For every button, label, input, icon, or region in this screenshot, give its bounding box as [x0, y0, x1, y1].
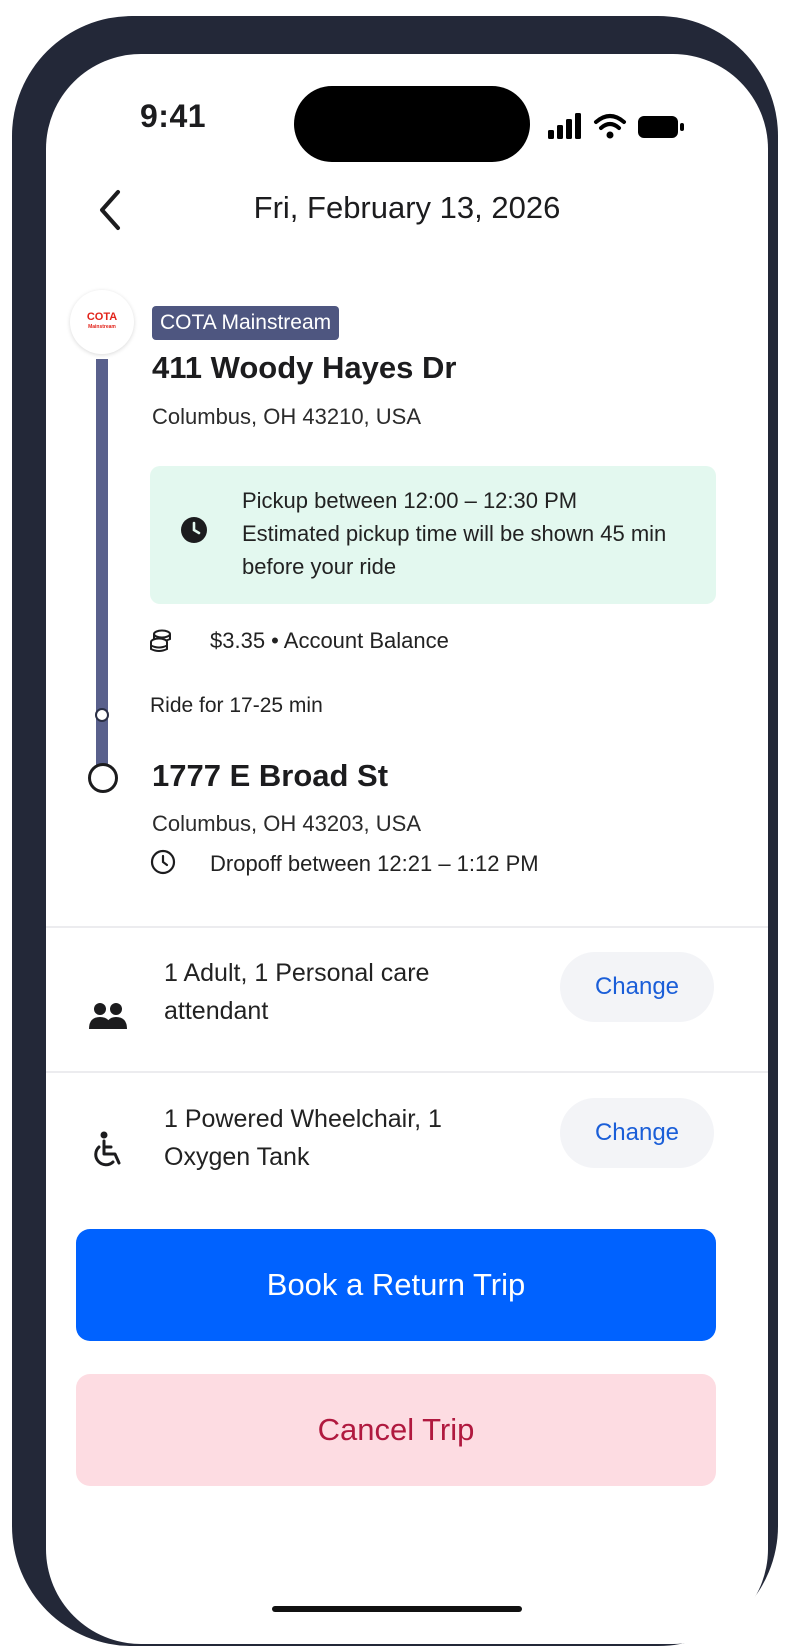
phone-frame: 9:41 Fri, February 13, 2026 COTA Mainstr… — [12, 16, 778, 1646]
route-end-marker — [88, 763, 118, 793]
status-icons — [544, 106, 694, 146]
logo-subtext: Mainstream — [88, 324, 116, 330]
battery-icon — [638, 116, 684, 138]
pickup-window-text: Pickup between 12:00 – 12:30 PM Estimate… — [242, 484, 702, 583]
equipment-text: 1 Powered Wheelchair, 1 Oxygen Tank — [164, 1105, 442, 1171]
people-icon — [89, 1003, 127, 1029]
ride-duration: Ride for 17-25 min — [150, 694, 323, 717]
clock-filled-icon — [181, 517, 207, 543]
dropoff-city: Columbus, OH 43203, USA — [152, 811, 422, 836]
provider-tag: COTA Mainstream — [152, 306, 340, 340]
dropoff-window: Dropoff between 12:21 – 1:12 PM — [210, 851, 539, 876]
provider-logo: COTA Mainstream — [70, 290, 134, 354]
coins-icon — [150, 629, 171, 652]
cancel-trip-button[interactable]: Cancel Trip — [76, 1374, 716, 1486]
screen: 9:41 Fri, February 13, 2026 COTA Mainstr… — [46, 54, 768, 1644]
divider — [46, 1071, 768, 1073]
book-return-trip-button[interactable]: Book a Return Trip — [76, 1229, 716, 1341]
pickup-window-card: Pickup between 12:00 – 12:30 PM Estimate… — [150, 466, 716, 604]
status-time: 9:41 — [140, 98, 207, 134]
signal-icon — [548, 113, 581, 139]
wheelchair-icon — [94, 1131, 121, 1167]
fare-text: $3.35 • Account Balance — [210, 628, 449, 653]
change-equipment-button[interactable]: Change — [560, 1098, 714, 1168]
pickup-address: 411 Woody Hayes Dr — [152, 350, 457, 385]
dynamic-island — [294, 86, 530, 162]
change-passengers-button[interactable]: Change — [560, 952, 714, 1022]
dropoff-address: 1777 E Broad St — [152, 758, 389, 793]
wifi-icon — [594, 114, 626, 139]
page-title: Fri, February 13, 2026 — [253, 190, 561, 225]
pickup-window-line1: Pickup between 12:00 – 12:30 PM — [242, 488, 578, 513]
pickup-city: Columbus, OH 43210, USA — [152, 404, 422, 429]
pickup-window-line2: Estimated pickup time will be shown 45 m… — [242, 521, 667, 579]
home-indicator[interactable] — [272, 1606, 522, 1612]
clock-icon — [150, 849, 176, 875]
divider — [46, 926, 768, 928]
passengers-text: 1 Adult, 1 Personal care attendant — [164, 959, 430, 1025]
route-midpoint — [95, 708, 109, 722]
